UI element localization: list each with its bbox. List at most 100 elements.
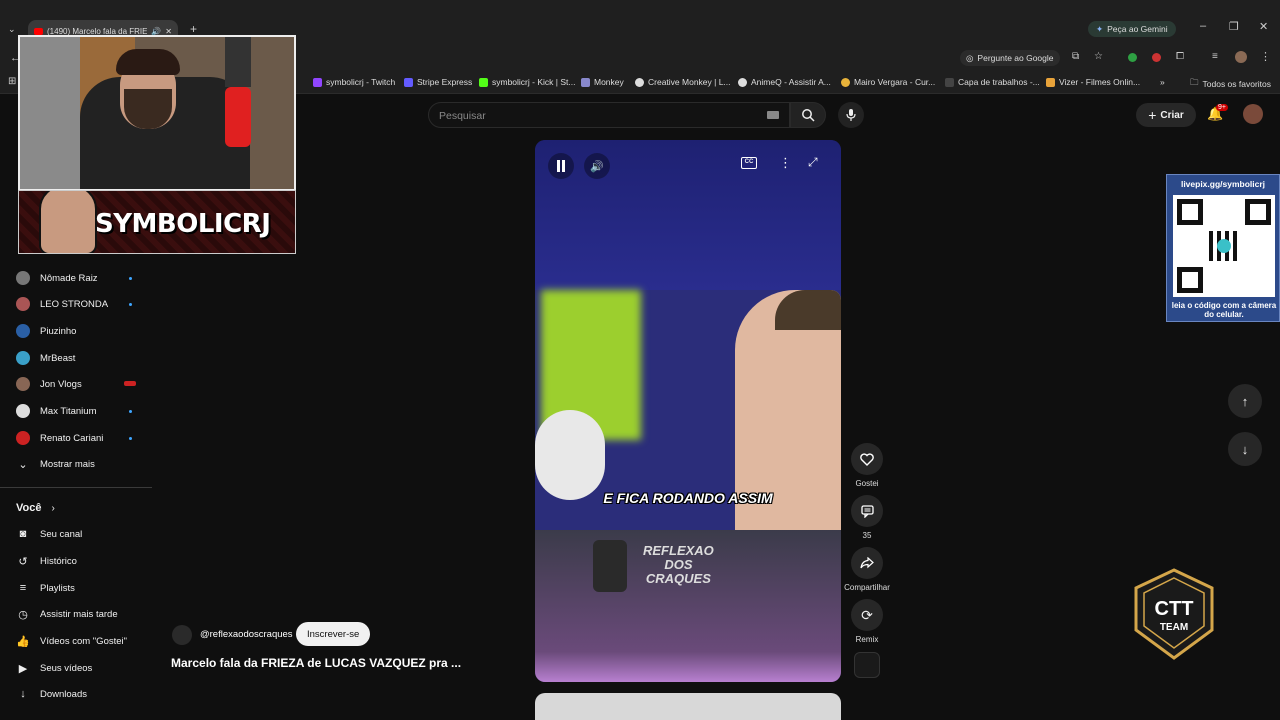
apps-grid-icon[interactable]: ⊞ [8, 76, 16, 87]
bookmark-item[interactable]: symbolicrj - Kick | St... [479, 77, 575, 87]
new-content-dot [129, 410, 132, 413]
microphone-foam [225, 87, 251, 147]
search-button[interactable] [790, 102, 826, 128]
sidebar-sub-max-titanium[interactable]: Max Titanium [16, 401, 97, 421]
comments-button[interactable] [851, 495, 883, 527]
bookmark-item[interactable]: Capa de trabalhos -... [945, 77, 1040, 87]
next-short-preview[interactable] [535, 693, 841, 720]
video-ball [535, 410, 605, 500]
sidebar-item-liked-videos[interactable]: 👍 Vídeos com "Gostei" [16, 631, 127, 651]
extensions-puzzle-icon[interactable]: ⧠ [1176, 51, 1184, 62]
fullscreen-icon[interactable]: ⤢ [808, 155, 818, 170]
window-close-icon[interactable]: ✕ [1259, 20, 1268, 33]
microphone-arm [225, 37, 251, 87]
bookmark-item[interactable]: Stripe Express [404, 77, 472, 87]
avatar [16, 324, 30, 338]
extension-green-icon[interactable] [1128, 53, 1137, 62]
folder-icon [945, 77, 954, 87]
captions-icon[interactable]: CC [741, 157, 757, 169]
ask-google-label: Pergunte ao Google [977, 53, 1054, 63]
avatar [16, 271, 30, 285]
bookmark-item[interactable]: Monkey [581, 77, 624, 87]
qr-logo [1217, 239, 1231, 253]
sidebar-sub-leo-stronda[interactable]: LEO STRONDA [16, 294, 108, 314]
voice-search-button[interactable] [838, 102, 864, 128]
profile-avatar[interactable] [1235, 51, 1247, 63]
sidebar-item-label: Seu canal [40, 528, 83, 540]
bookmark-item[interactable]: symbolicrj - Twitch [313, 77, 395, 87]
share-button[interactable] [851, 547, 883, 579]
google-lens-icon: ◎ [966, 52, 974, 63]
minimize-icon[interactable]: – [1200, 20, 1206, 32]
like-label: Gostei [855, 479, 879, 488]
watch-later-icon: ◷ [18, 608, 28, 621]
keyboard-icon[interactable] [767, 111, 779, 119]
sound-thumbnail[interactable] [854, 652, 880, 678]
pause-icon [557, 160, 565, 172]
team-logo-sub: TEAM [1159, 622, 1189, 633]
install-app-icon[interactable]: ⧉ [1072, 51, 1079, 62]
watermark-silhouette [593, 540, 627, 592]
next-short-button[interactable]: ↓ [1228, 432, 1262, 466]
gemini-button[interactable]: ✦ Peça ao Gemini [1088, 21, 1176, 37]
like-button[interactable] [851, 443, 883, 475]
previous-short-button[interactable]: ↑ [1228, 384, 1262, 418]
shorts-video-player[interactable]: E FICA RODANDO ASSIM REFLEXAO DOS CRAQUE… [535, 140, 841, 682]
browser-menu-icon[interactable]: ⋮ [1260, 50, 1271, 63]
sidebar-item-playlists[interactable]: ≡ Playlists [16, 578, 75, 598]
more-options-icon[interactable]: ⋮ [779, 155, 792, 171]
search-input[interactable]: Pesquisar [439, 110, 486, 122]
more-bookmarks-icon[interactable]: » [1160, 77, 1165, 87]
ask-google-button[interactable]: ◎ Pergunte ao Google [960, 50, 1060, 66]
maximize-icon[interactable]: ❐ [1229, 20, 1239, 33]
channel-avatar[interactable] [172, 625, 192, 645]
sidebar-item-your-channel[interactable]: ◙ Seu canal [16, 524, 83, 544]
avatar [16, 404, 30, 418]
sidebar-sub-jon-vlogs[interactable]: Jon Vlogs [16, 374, 82, 394]
sidebar-item-label: Max Titanium [40, 405, 97, 417]
sidebar-item-label: Downloads [40, 688, 87, 700]
qr-code-overlay: livepix.gg/symbolicrj leia o código com … [1166, 174, 1280, 322]
remix-button[interactable]: ⟳ [851, 599, 883, 631]
avatar [16, 351, 30, 365]
bookmark-item[interactable]: Vizer - Filmes Onlin... [1046, 77, 1140, 87]
channel-handle[interactable]: @reflexaodoscraques [200, 629, 293, 640]
bookmark-item[interactable]: Creative Monkey | L... [635, 77, 731, 87]
sidebar-divider [0, 487, 152, 488]
sidebar-item-history[interactable]: ↺ Histórico [16, 551, 77, 571]
bookmark-star-icon[interactable]: ☆ [1094, 51, 1103, 62]
qr-code-image [1173, 195, 1275, 297]
media-controls-icon[interactable]: ≡ [1212, 51, 1218, 62]
sidebar-item-your-videos[interactable]: ▶ Seus vídeos [16, 658, 93, 678]
pause-button[interactable] [548, 153, 574, 179]
new-tab-icon[interactable]: + [190, 22, 197, 36]
extension-red-icon[interactable] [1152, 53, 1161, 62]
sidebar-item-watch-later[interactable]: ◷ Assistir mais tarde [16, 604, 117, 624]
stripe-icon [404, 77, 413, 87]
tab-list-chevron-icon[interactable]: ⌄ [8, 24, 16, 35]
globe-icon [635, 77, 644, 87]
subscribe-button[interactable]: Inscrever-se [296, 622, 371, 646]
create-button[interactable]: + Criar [1136, 103, 1196, 127]
all-favorites-label: Todos os favoritos [1202, 79, 1272, 89]
short-title[interactable]: Marcelo fala da FRIEZA de LUCAS VAZQUEZ … [171, 656, 461, 670]
user-avatar[interactable] [1243, 104, 1263, 124]
sidebar-sub-renato-cariani[interactable]: Renato Cariani [16, 428, 103, 448]
qr-finder [1245, 199, 1271, 225]
sidebar-sub-nomade-raiz[interactable]: Nômade Raiz [16, 268, 98, 288]
team-logo: CTT TEAM [1130, 568, 1218, 660]
show-more-button[interactable]: ⌄ Mostrar mais [16, 454, 95, 474]
all-favorites[interactable]: 🗀 Todos os favoritos [1190, 77, 1271, 91]
remix-icon: ⟳ [861, 606, 873, 623]
bookmark-item[interactable]: Mairo Vergara - Cur... [841, 77, 935, 87]
qr-finder [1177, 199, 1203, 225]
search-box[interactable]: Pesquisar [428, 102, 790, 128]
sidebar-sub-piuzinho[interactable]: Piuzinho [16, 321, 76, 341]
you-section-header[interactable]: Você › [16, 498, 55, 518]
bookmark-label: Stripe Express [417, 77, 473, 87]
sidebar-item-downloads[interactable]: ↓ Downloads [16, 684, 87, 704]
volume-button[interactable]: 🔊 [584, 153, 610, 179]
sidebar-sub-mrbeast[interactable]: MrBeast [16, 348, 75, 368]
bookmark-item[interactable]: AnimeQ - Assistir A... [738, 77, 831, 87]
sidebar-item-label: Jon Vlogs [40, 378, 82, 390]
